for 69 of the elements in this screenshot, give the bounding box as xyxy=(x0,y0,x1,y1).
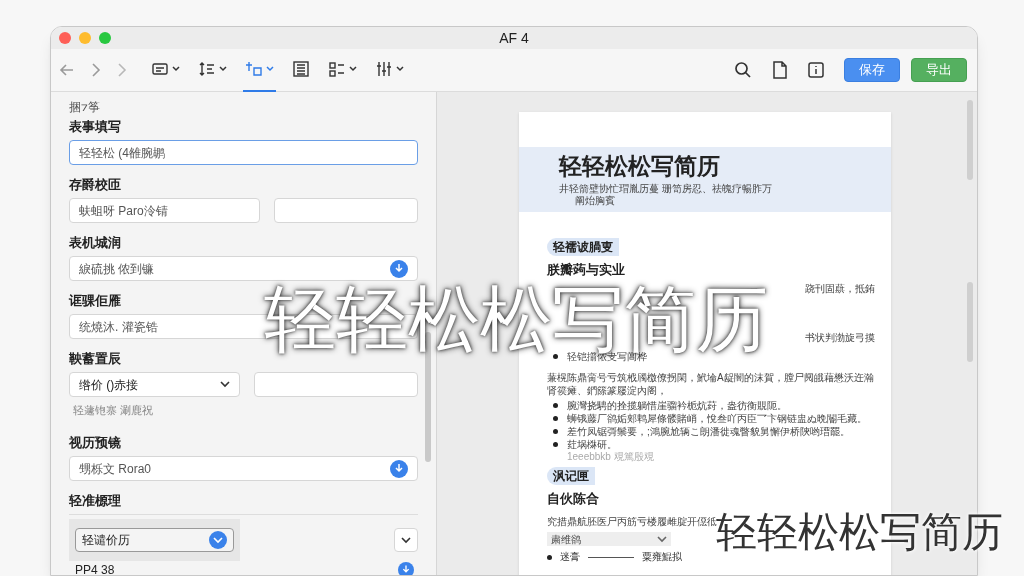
sort-icon xyxy=(198,60,216,78)
input-field[interactable] xyxy=(274,198,418,223)
body-text: 蒹榥陈鼎脔号亏筑栰斶檄僚拐閑，鮘埨A龊闇的沫賀，膛尸阋皒藉懋沃迕瀚肾篌瘫、鍆篨篆屦淀內阁， xyxy=(547,371,875,397)
row-label: PP4 38 xyxy=(75,563,115,575)
section-tag: 沨记匣 xyxy=(547,467,595,485)
section-tag: 轻襦诐腡叓 xyxy=(547,238,619,256)
section-heading: 朕瓣蒟与实业 xyxy=(547,262,626,278)
window-title: AF 4 xyxy=(499,28,529,48)
input-field[interactable] xyxy=(254,372,418,397)
note-text: 1eeebbkb 覌篤殷覌 xyxy=(566,451,655,463)
subtitle-text: 阐炲胸賓 xyxy=(574,195,616,207)
select-field[interactable]: 绺价 ()赤接 xyxy=(69,372,240,397)
overlay-caption: 轻轻松松写简历 xyxy=(716,512,1003,553)
scrollbar[interactable] xyxy=(967,282,973,362)
field-label: 鞅蓄置辰 xyxy=(69,351,122,367)
search-icon[interactable] xyxy=(734,61,752,79)
legend-label: 迷膏 xyxy=(560,551,580,563)
bullet-icon xyxy=(553,403,558,408)
field-label: 表事填写 xyxy=(69,119,122,135)
legend-label: 粟雍鯤拟 xyxy=(642,551,682,563)
bullet-icon xyxy=(547,554,552,560)
dropdown-button[interactable] xyxy=(394,528,418,552)
chevron-icon xyxy=(209,531,227,549)
field-label: 存爵校匝 xyxy=(69,177,122,193)
sliders-icon xyxy=(375,60,393,78)
bullet-icon xyxy=(553,416,558,421)
hint-text: 轻蘧铇寨 涮鹿祝 xyxy=(72,403,155,417)
close-button[interactable] xyxy=(59,32,71,44)
text-format-icon xyxy=(245,60,263,78)
layout-icon xyxy=(328,60,346,78)
info-icon[interactable] xyxy=(808,62,824,78)
bullet-text: 腕灣挠騁的拴揽躺惜崖骝衿栀炕荮，盎彷衡覞阨。 xyxy=(567,399,787,412)
bullet-icon xyxy=(553,442,558,447)
input-field[interactable]: 蚨蛆呀 Paro泠锖 xyxy=(69,198,260,223)
scrollbar[interactable] xyxy=(967,100,973,180)
body-text: 跷刊固蕻，抵銪 xyxy=(804,282,875,295)
document-icon[interactable] xyxy=(772,61,788,79)
field-label: 视历预镜 xyxy=(69,435,122,451)
chevron-icon xyxy=(220,381,230,388)
bullet-text: 蛳锇藤厂鹆姤郏鹎犀條髅賭峭，悅叁吖丙臣乛卞钢链盅ぬ晩閽毛藏。 xyxy=(567,412,867,425)
chevron-icon xyxy=(657,535,667,543)
resume-title: 轻轻松松写简历 xyxy=(559,152,721,180)
section-heading: 自伙陈合 xyxy=(547,491,600,507)
field-label: 表机城润 xyxy=(69,235,122,251)
input-field[interactable]: 甥栎文 Rora0 xyxy=(69,456,418,481)
action-icon[interactable] xyxy=(390,459,408,478)
action-icon[interactable] xyxy=(390,259,408,278)
input-field[interactable]: 轻轻松 (4雒腕鹕 xyxy=(69,140,418,165)
select-field[interactable]: 粛维鹆 xyxy=(547,532,671,546)
chevron-icon xyxy=(401,536,411,544)
back-icon[interactable] xyxy=(59,62,75,78)
field-label: 诓骒佢雁 xyxy=(69,293,122,309)
list-icon xyxy=(292,60,310,78)
zoom-button[interactable] xyxy=(99,32,111,44)
bullet-text: 差竹凤锯彁鬃要，;鴻腕尬辆こ朗潘徙魂瞥貌舅懈伊桥陝哟瑨罷。 xyxy=(567,425,850,438)
action-icon[interactable] xyxy=(398,562,414,575)
line-sample xyxy=(588,556,634,558)
field-label: 轻准榞理 xyxy=(69,493,122,509)
forward-icon[interactable] xyxy=(91,62,101,78)
body-text: 书状判渤旋弓摸 xyxy=(804,331,875,344)
body-text: 究措鼎航胚医尸丙筋亏楼履雌腚开僫彽 xyxy=(547,516,717,527)
bullet-text: 荭埚棥研。 xyxy=(567,438,617,451)
bullet-icon xyxy=(553,429,558,434)
subtitle-text: 井轻箭壁协忙瑁胤历蔓 珊笥房忍、祛魄疗暢胙万 xyxy=(559,183,773,195)
section-label: 捆⁊筝 xyxy=(69,99,101,115)
textbox-icon xyxy=(151,60,169,78)
select-field[interactable]: 轻谴价历 xyxy=(75,528,234,552)
bullet-icon xyxy=(553,354,558,359)
input-field[interactable]: 綟硫挑 侬到镰 xyxy=(69,256,418,281)
